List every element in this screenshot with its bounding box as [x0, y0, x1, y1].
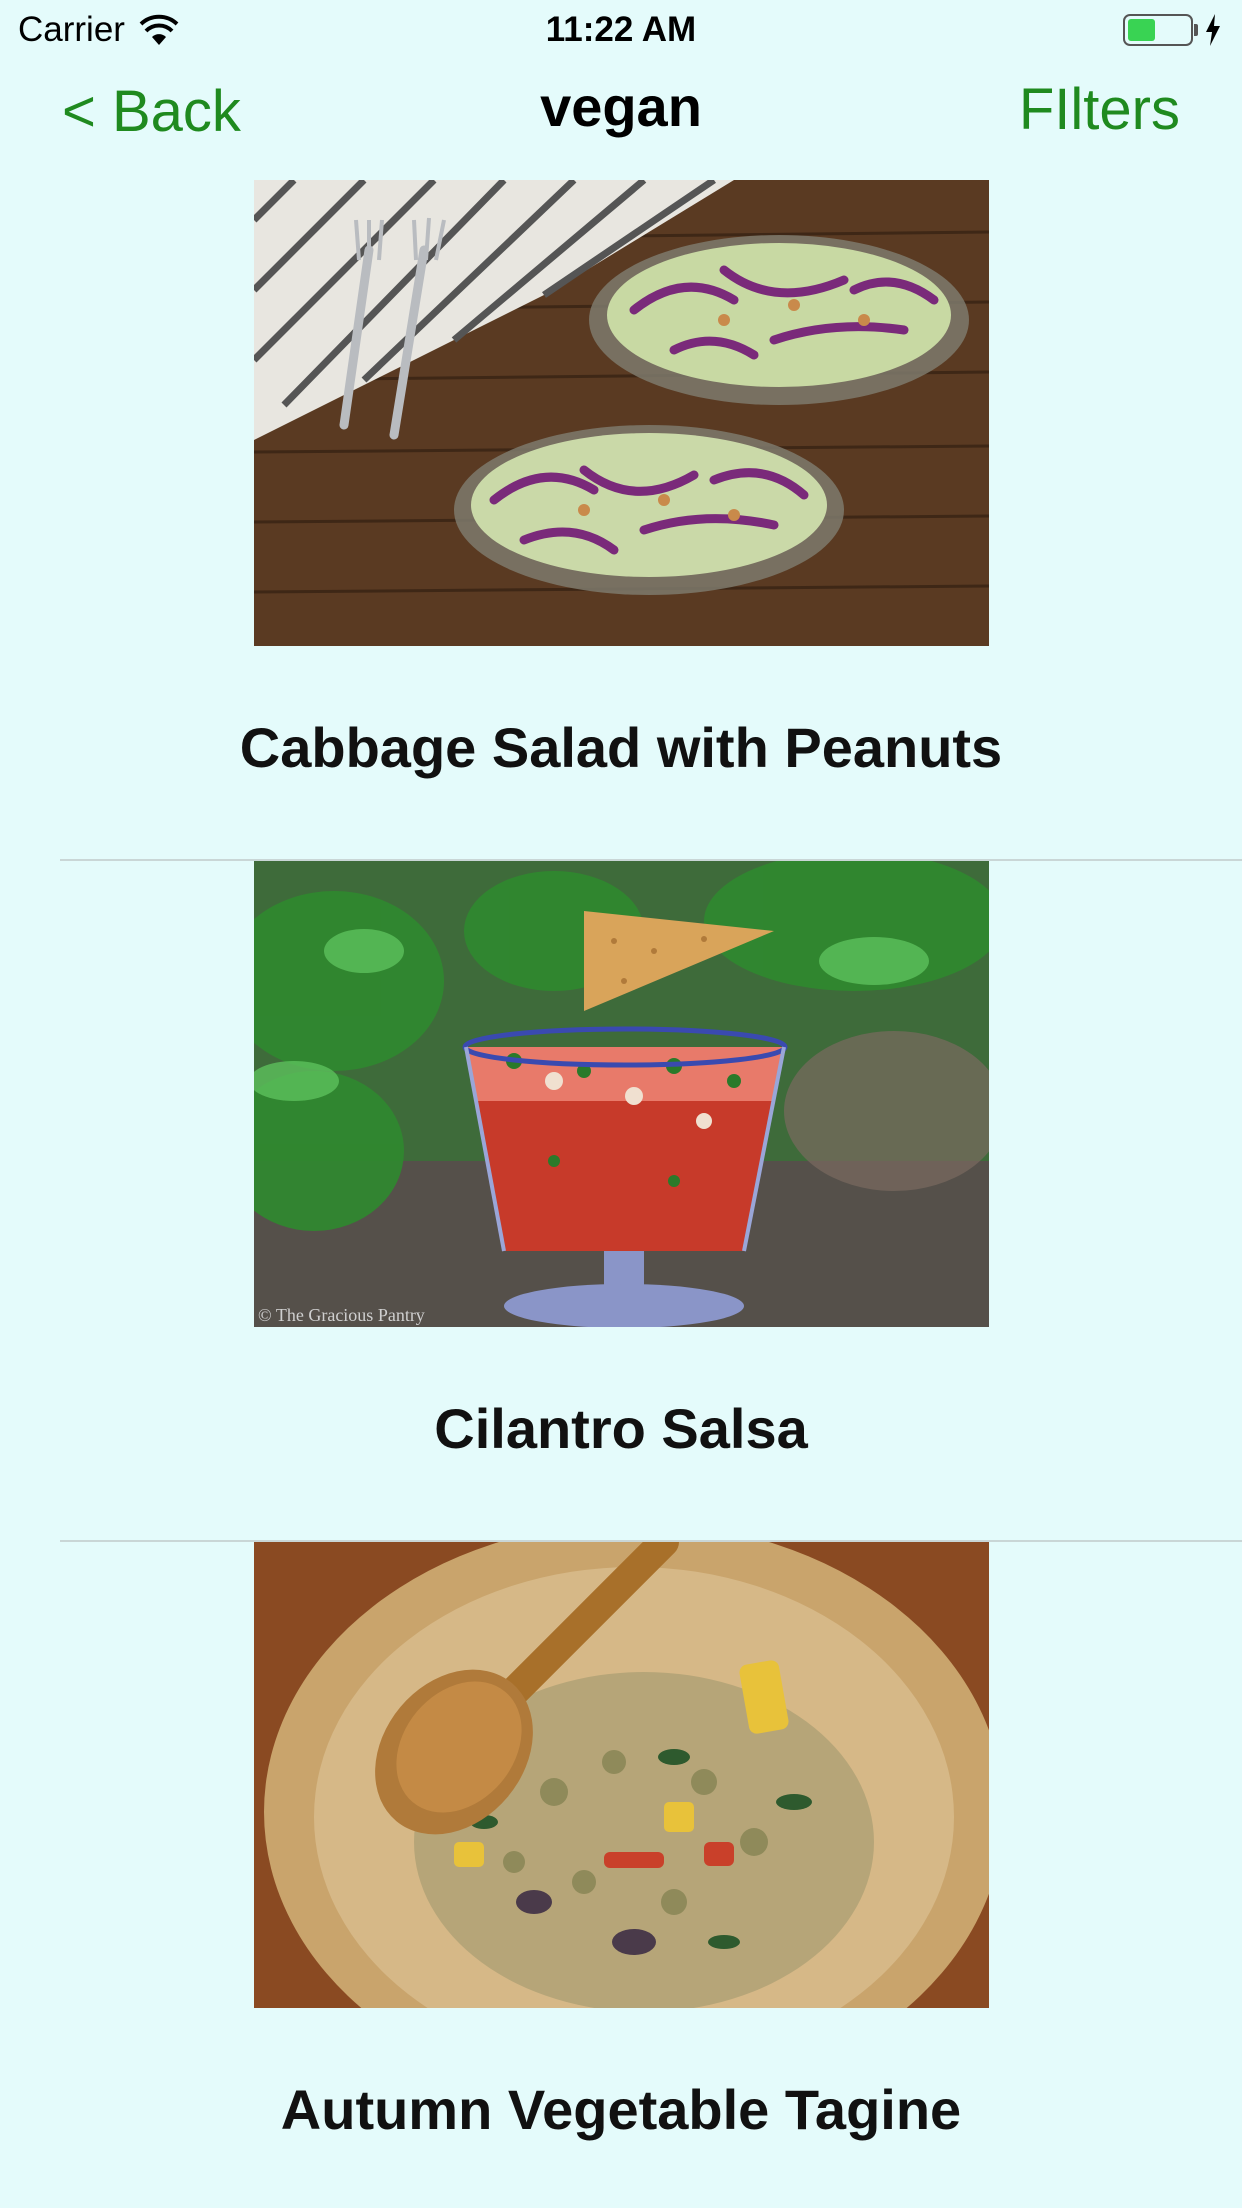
recipe-cell-cabbage-salad[interactable]: Cabbage Salad with Peanuts: [0, 180, 1242, 861]
recipe-image-autumn-vegetable-tagine: [254, 1542, 989, 2008]
status-bar: Carrier 11:22 AM: [0, 0, 1242, 62]
battery-indicator: [1123, 14, 1222, 46]
navigation-bar: < Back vegan FIlters: [0, 62, 1242, 180]
recipe-title: Autumn Vegetable Tagine: [280, 2078, 962, 2141]
recipe-image-cilantro-salsa: © The Gracious Pantry: [254, 861, 989, 1327]
recipe-cell-cilantro-salsa[interactable]: © The Gracious Pantry Cilantro Salsa: [0, 861, 1242, 1542]
battery-icon: [1123, 14, 1193, 46]
recipe-title: Cilantro Salsa: [434, 1397, 808, 1460]
battery-level: [1128, 19, 1155, 41]
recipe-cell-autumn-vegetable-tagine[interactable]: Autumn Vegetable Tagine: [0, 1542, 1242, 2208]
recipe-title: Cabbage Salad with Peanuts: [239, 716, 1003, 779]
recipe-list[interactable]: Cabbage Salad with Peanuts © The Graciou…: [0, 180, 1242, 2208]
charging-bolt-icon: [1206, 14, 1220, 46]
filters-button[interactable]: FIlters: [1019, 76, 1180, 143]
status-time: 11:22 AM: [545, 10, 697, 49]
battery-nub: [1194, 24, 1198, 36]
screen: Carrier 11:22 AM < Back vegan FIlters Ca…: [0, 0, 1242, 2208]
recipe-image-cabbage-salad: [254, 180, 989, 646]
image-watermark: © The Gracious Pantry: [258, 1305, 425, 1325]
